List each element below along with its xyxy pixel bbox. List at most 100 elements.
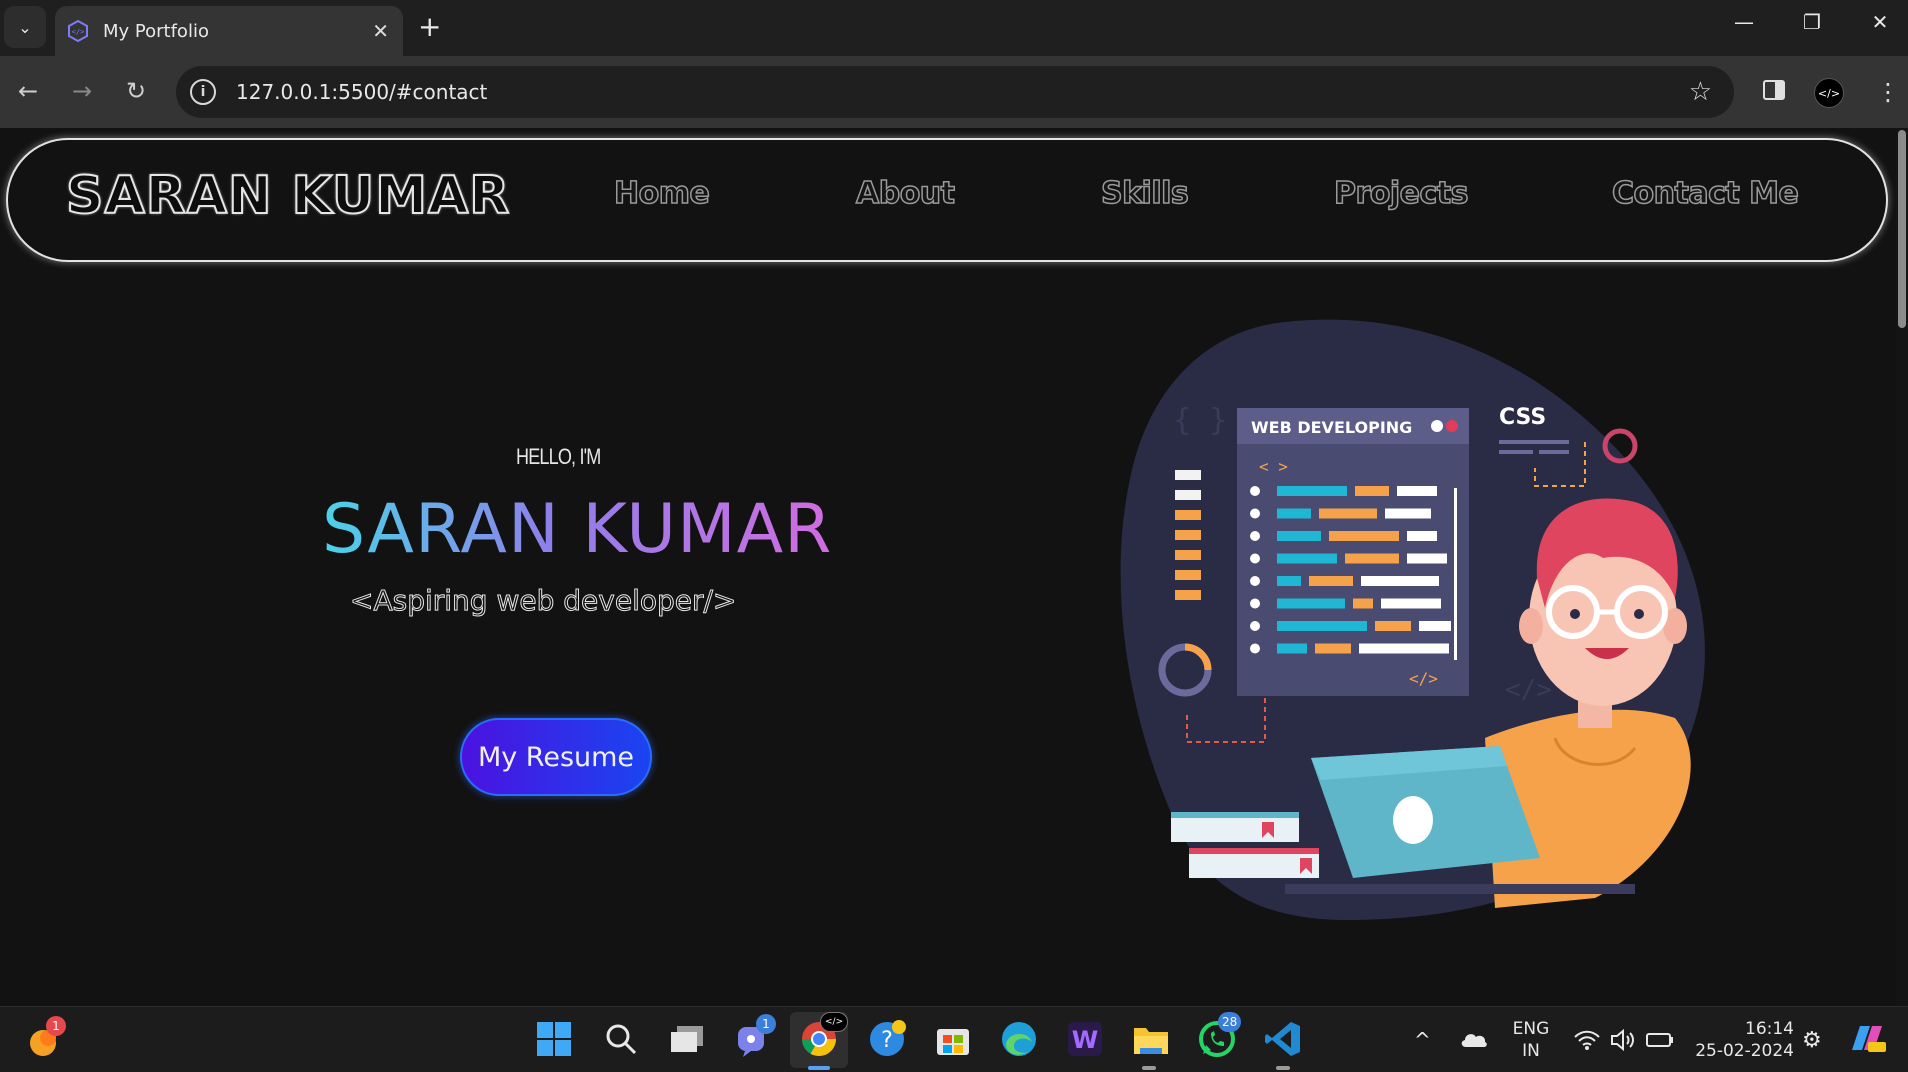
nav-link-contact[interactable]: Contact Me bbox=[1611, 175, 1799, 212]
nav-link-projects[interactable]: Projects bbox=[1333, 175, 1469, 212]
tab-close-icon[interactable]: ✕ bbox=[372, 19, 389, 43]
close-tag-text: </> bbox=[1409, 669, 1438, 688]
onedrive-cloud-icon[interactable] bbox=[1460, 1030, 1488, 1052]
whatsapp-icon[interactable]: 28 bbox=[1196, 1012, 1242, 1060]
notification-bell-icon[interactable]: ⚙ bbox=[1802, 1028, 1822, 1053]
code-bullet bbox=[1250, 643, 1260, 654]
windows-logo-icon bbox=[537, 1022, 571, 1056]
weather-widget-icon[interactable]: 1 bbox=[22, 1016, 66, 1062]
code-line-segment bbox=[1277, 621, 1367, 631]
vscode-running-indicator bbox=[1276, 1066, 1290, 1070]
nav-link-home[interactable]: Home bbox=[613, 175, 710, 212]
svg-text:</>: </> bbox=[72, 28, 85, 36]
weather-badge: 1 bbox=[46, 1016, 66, 1036]
extension-icon[interactable]: </> bbox=[1814, 78, 1844, 108]
battery-icon[interactable] bbox=[1646, 1032, 1674, 1052]
file-explorer-icon[interactable] bbox=[1130, 1018, 1172, 1060]
language-text: ENG bbox=[1512, 1019, 1550, 1039]
code-bullet bbox=[1250, 508, 1260, 519]
store-icon[interactable] bbox=[932, 1018, 974, 1060]
code-line-segment bbox=[1361, 576, 1439, 586]
whatsapp-badge: 28 bbox=[1218, 1012, 1242, 1032]
explorer-running-indicator bbox=[1142, 1066, 1156, 1070]
speaker-glyph bbox=[1611, 1028, 1634, 1052]
code-line-segment bbox=[1277, 486, 1347, 496]
code-line-segment bbox=[1419, 621, 1451, 631]
edge-icon[interactable] bbox=[998, 1018, 1040, 1060]
vscode-logo-icon bbox=[1265, 1022, 1300, 1056]
w-app-icon[interactable]: W bbox=[1064, 1018, 1106, 1060]
chrome-running-indicator bbox=[808, 1066, 830, 1070]
back-icon[interactable]: ← bbox=[10, 76, 46, 106]
volume-icon[interactable] bbox=[1610, 1028, 1636, 1056]
panel-title-text: WEB DEVELOPING bbox=[1251, 418, 1412, 437]
site-info-icon[interactable]: i bbox=[190, 79, 216, 105]
open-tag-text: < > bbox=[1259, 457, 1288, 476]
css-label-text: CSS bbox=[1499, 405, 1546, 430]
nav-link-about[interactable]: About bbox=[855, 175, 956, 212]
code-line-segment bbox=[1375, 621, 1411, 631]
window-close-icon[interactable]: ✕ bbox=[1860, 10, 1900, 34]
minimize-icon[interactable]: — bbox=[1724, 10, 1764, 34]
teams-badge: 1 bbox=[756, 1014, 776, 1034]
code-line-segment bbox=[1309, 576, 1353, 586]
w-glyph-icon: W bbox=[1068, 1022, 1102, 1056]
search-icon[interactable] bbox=[600, 1018, 642, 1060]
wifi-icon[interactable] bbox=[1574, 1030, 1600, 1055]
side-panel-glyph bbox=[1763, 80, 1785, 100]
chrome-profile-badge: </> bbox=[820, 1012, 849, 1032]
address-bar[interactable]: i 127.0.0.1:5500/#contact ☆ bbox=[176, 66, 1734, 118]
code-line-segment bbox=[1277, 531, 1321, 541]
clock[interactable]: 16:14 25-02-2024 bbox=[1690, 1018, 1794, 1062]
edge-logo-icon bbox=[1002, 1022, 1036, 1056]
region-text: IN bbox=[1522, 1041, 1540, 1061]
restore-icon[interactable]: ❐ bbox=[1792, 10, 1832, 34]
code-bullet bbox=[1250, 553, 1260, 564]
code-bullet bbox=[1250, 598, 1260, 609]
svg-text:{ }: { } bbox=[1173, 403, 1227, 438]
side-panel-icon[interactable] bbox=[1762, 78, 1786, 108]
url-text[interactable]: 127.0.0.1:5500/#contact bbox=[236, 80, 1689, 104]
code-line-segment bbox=[1319, 508, 1377, 519]
tray-overflow-chevron-icon[interactable]: ^ bbox=[1414, 1028, 1431, 1052]
code-line-segment bbox=[1277, 643, 1307, 654]
svg-text:W: W bbox=[1072, 1026, 1098, 1054]
start-icon[interactable] bbox=[533, 1018, 575, 1060]
cloud-glyph bbox=[1461, 1034, 1487, 1047]
new-tab-button[interactable]: + bbox=[418, 10, 441, 44]
developer-illustration: { } WEB DEVELOPING < > </> CSS </> bbox=[1120, 319, 1705, 921]
code-line-segment bbox=[1277, 576, 1301, 586]
code-line-segment bbox=[1355, 486, 1389, 496]
code-line-segment bbox=[1277, 508, 1311, 519]
browser-tab[interactable]: </> My Portfolio ✕ bbox=[55, 6, 403, 56]
tab-search-dropdown[interactable]: ⌄ bbox=[4, 6, 46, 48]
copilot-icon[interactable] bbox=[1848, 1022, 1886, 1058]
chrome-icon[interactable]: </> bbox=[798, 1012, 849, 1060]
folder-icon bbox=[1134, 1028, 1168, 1054]
code-line-segment bbox=[1315, 643, 1351, 654]
code-line-segment bbox=[1381, 598, 1441, 609]
language-indicator[interactable]: ENG IN bbox=[1510, 1018, 1552, 1062]
date-text: 25-02-2024 bbox=[1695, 1041, 1794, 1061]
magnifier-icon bbox=[606, 1024, 637, 1055]
code-line-segment bbox=[1407, 553, 1447, 564]
forward-icon[interactable]: → bbox=[64, 76, 100, 106]
code-bullet bbox=[1250, 621, 1260, 631]
nav-link-skills[interactable]: Skills bbox=[1100, 175, 1189, 212]
teams-icon[interactable]: 1 bbox=[732, 1014, 776, 1060]
code-bullet bbox=[1250, 531, 1260, 541]
wifi-glyph bbox=[1574, 1030, 1600, 1050]
resume-button[interactable]: My Resume bbox=[460, 718, 652, 796]
scrollbar-thumb[interactable] bbox=[1898, 130, 1906, 328]
bookmark-star-icon[interactable]: ☆ bbox=[1689, 77, 1712, 107]
tab-title: My Portfolio bbox=[103, 20, 209, 42]
code-line-segment bbox=[1277, 553, 1337, 564]
help-icon[interactable]: ? bbox=[866, 1018, 908, 1060]
browser-menu-icon[interactable]: ⋮ bbox=[1876, 78, 1900, 106]
battery-glyph bbox=[1646, 1033, 1673, 1047]
brand-logo[interactable]: SARAN KUMAR bbox=[65, 165, 510, 227]
reload-icon[interactable]: ↻ bbox=[118, 76, 154, 106]
task-view-icon[interactable] bbox=[666, 1018, 708, 1060]
vscode-icon[interactable] bbox=[1262, 1018, 1304, 1060]
hero-name: SARAN KUMAR bbox=[322, 490, 833, 569]
